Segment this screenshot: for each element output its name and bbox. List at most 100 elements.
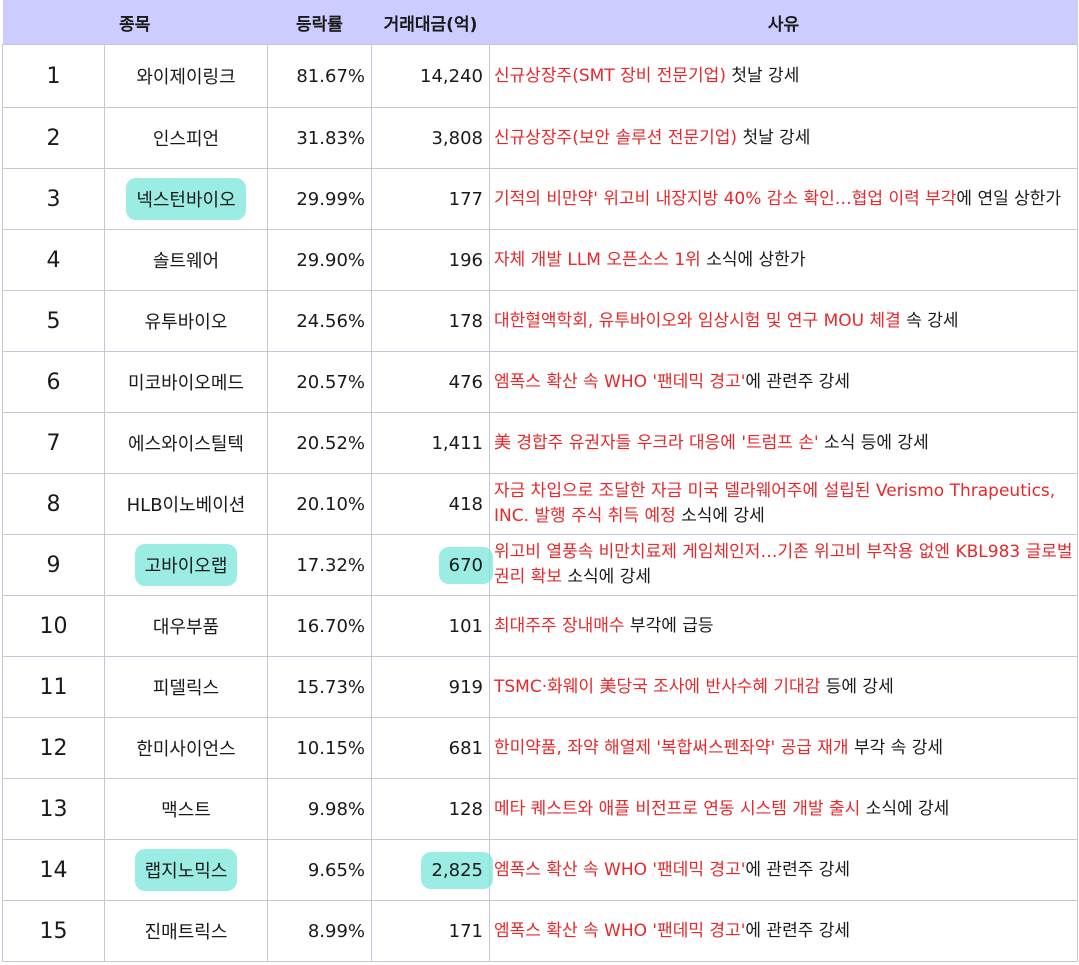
rate-cell: 20.10% xyxy=(267,473,372,535)
table-row: 8 HLB이노베이션 20.10% 418 자금 차입으로 조달한 자금 미국 … xyxy=(2,473,1078,535)
reason-highlight-text: 엠폭스 확산 속 WHO '팬데믹 경고' xyxy=(494,859,746,880)
amount-cell: 3,808 xyxy=(371,107,490,169)
stock-name-cell: 에스와이스틸텍 xyxy=(104,412,268,474)
reason-plain-text: 에 연일 상한가 xyxy=(956,188,1062,209)
table-row: 1 와이제이링크 81.67% 14,240 신규상장주(SMT 장비 전문기업… xyxy=(2,44,1078,108)
reason-highlight-text: 메타 퀘스트와 애플 비전프로 연동 시스템 개발 출시 xyxy=(494,798,861,819)
rank-cell: 15 xyxy=(2,900,105,962)
reason-plain-text: 에 관련주 강세 xyxy=(745,371,851,392)
header-rate: 등락률 xyxy=(267,0,372,45)
stock-table-page: 종목 등락률 거래대금(억) 사유 1 와이제이링크 81.67% 14,240… xyxy=(0,0,1079,965)
table-row: 14 랩지노믹스 9.65% 2,825 엠폭스 확산 속 WHO '팬데믹 경… xyxy=(2,839,1078,901)
rate-cell: 10.15% xyxy=(267,717,372,779)
reason-cell: 엠폭스 확산 속 WHO '팬데믹 경고'에 관련주 강세 xyxy=(489,900,1078,962)
stock-name-cell: 랩지노믹스 xyxy=(104,839,268,901)
stock-name-cell: 피델릭스 xyxy=(104,656,268,718)
amount-cell: 476 xyxy=(371,351,490,413)
stock-name-cell: 와이제이링크 xyxy=(104,44,268,108)
table-row: 12 한미사이언스 10.15% 681 한미약품, 좌약 해열제 '복합써스펜… xyxy=(2,717,1078,779)
rank-cell: 7 xyxy=(2,412,105,474)
reason-cell: 메타 퀘스트와 애플 비전프로 연동 시스템 개발 출시 소식에 강세 xyxy=(489,778,1078,840)
header-amount: 거래대금(억) xyxy=(371,0,490,45)
marker-highlight: 고바이오랩 xyxy=(134,544,238,586)
stock-name-cell: 솔트웨어 xyxy=(104,229,268,291)
rank-cell: 11 xyxy=(2,656,105,718)
rate-cell: 8.99% xyxy=(267,900,372,962)
reason-plain-text: 소식에 강세 xyxy=(675,506,765,526)
reason-plain-text: 등에 강세 xyxy=(820,676,894,697)
reason-highlight-text: 기적의 비만약' 위고비 내장지방 40% 감소 확인…협업 이력 부각 xyxy=(494,188,957,209)
reason-highlight-text: 美 경합주 유권자들 우크라 대응에 '트럼프 손' xyxy=(494,432,819,453)
reason-plain-text: 소식에 상한가 xyxy=(700,249,806,270)
reason-cell: 엠폭스 확산 속 WHO '팬데믹 경고'에 관련주 강세 xyxy=(489,351,1078,413)
reason-cell: TSMC·화웨이 美당국 조사에 반사수혜 기대감 등에 강세 xyxy=(489,656,1078,718)
reason-plain-text: 부각에 급등 xyxy=(624,615,714,636)
amount-cell: 177 xyxy=(371,168,490,230)
rate-cell: 24.56% xyxy=(267,290,372,352)
rate-cell: 81.67% xyxy=(267,44,372,108)
reason-highlight-text: 한미약품, 좌약 해열제 '복합써스펜좌약' 공급 재개 xyxy=(494,737,849,758)
rate-cell: 16.70% xyxy=(267,595,372,657)
amount-cell: 418 xyxy=(371,473,490,535)
rate-cell: 9.98% xyxy=(267,778,372,840)
reason-highlight-text: 엠폭스 확산 속 WHO '팬데믹 경고' xyxy=(494,920,746,941)
amount-cell: 128 xyxy=(371,778,490,840)
rank-cell: 10 xyxy=(2,595,105,657)
table-row: 5 유투바이오 24.56% 178 대한혈액학회, 유투바이오와 임상시험 및… xyxy=(2,290,1078,352)
amount-cell: 196 xyxy=(371,229,490,291)
table-row: 4 솔트웨어 29.90% 196 자체 개발 LLM 오픈소스 1위 소식에 … xyxy=(2,229,1078,291)
stock-name-cell: 고바이오랩 xyxy=(104,534,268,596)
header-reason: 사유 xyxy=(489,0,1078,45)
rank-cell: 4 xyxy=(2,229,105,291)
stock-movers-table: 종목 등락률 거래대금(억) 사유 1 와이제이링크 81.67% 14,240… xyxy=(2,0,1078,962)
reason-cell: 위고비 열풍속 비만치료제 게임체인저…기존 위고비 부작용 없엔 KBL983… xyxy=(489,534,1078,596)
reason-cell: 자금 차입으로 조달한 자금 미국 델라웨어주에 설립된 Verismo Thr… xyxy=(489,473,1078,535)
table-row: 10 대우부품 16.70% 101 최대주주 장내매수 부각에 급등 xyxy=(2,595,1078,657)
reason-plain-text: 소식 등에 강세 xyxy=(818,432,929,453)
rank-cell: 3 xyxy=(2,168,105,230)
table-header-row: 종목 등락률 거래대금(억) 사유 xyxy=(2,0,1078,45)
reason-plain-text: 에 관련주 강세 xyxy=(745,859,851,880)
reason-cell: 대한혈액학회, 유투바이오와 임상시험 및 연구 MOU 체결 속 강세 xyxy=(489,290,1078,352)
table-row: 7 에스와이스틸텍 20.52% 1,411 美 경합주 유권자들 우크라 대응… xyxy=(2,412,1078,474)
marker-highlight: 넥스턴바이오 xyxy=(126,178,247,220)
amount-cell: 101 xyxy=(371,595,490,657)
reason-highlight-text: 엠폭스 확산 속 WHO '팬데믹 경고' xyxy=(494,371,746,392)
reason-highlight-text: 자금 차입으로 조달한 자금 미국 델라웨어주에 설립된 Verismo Thr… xyxy=(494,481,1056,526)
reason-highlight-text: 대한혈액학회, 유투바이오와 임상시험 및 연구 MOU 체결 xyxy=(494,310,901,331)
stock-name-cell: 대우부품 xyxy=(104,595,268,657)
marker-highlight: 670 xyxy=(438,546,494,584)
rank-cell: 9 xyxy=(2,534,105,596)
reason-plain-text: 에 관련주 강세 xyxy=(745,920,851,941)
table-row: 9 고바이오랩 17.32% 670 위고비 열풍속 비만치료제 게임체인저…기… xyxy=(2,534,1078,596)
reason-cell: 기적의 비만약' 위고비 내장지방 40% 감소 확인…협업 이력 부각에 연일… xyxy=(489,168,1078,230)
rate-cell: 20.57% xyxy=(267,351,372,413)
stock-name-cell: 넥스턴바이오 xyxy=(104,168,268,230)
rank-cell: 14 xyxy=(2,839,105,901)
rank-cell: 8 xyxy=(2,473,105,535)
reason-cell: 자체 개발 LLM 오픈소스 1위 소식에 상한가 xyxy=(489,229,1078,291)
table-row: 3 넥스턴바이오 29.99% 177 기적의 비만약' 위고비 내장지방 40… xyxy=(2,168,1078,230)
amount-cell: 171 xyxy=(371,900,490,962)
reason-highlight-text: 신규상장주(SMT 장비 전문기업) xyxy=(494,65,726,86)
rate-cell: 15.73% xyxy=(267,656,372,718)
rank-cell: 5 xyxy=(2,290,105,352)
reason-highlight-text: 신규상장주(보안 솔루션 전문기업) xyxy=(494,127,738,148)
table-row: 13 맥스트 9.98% 128 메타 퀘스트와 애플 비전프로 연동 시스템 … xyxy=(2,778,1078,840)
reason-plain-text: 소식에 강세 xyxy=(860,798,950,819)
amount-cell: 2,825 xyxy=(371,839,493,901)
rate-cell: 29.90% xyxy=(267,229,372,291)
rate-cell: 29.99% xyxy=(267,168,372,230)
reason-plain-text: 부각 속 강세 xyxy=(848,737,943,758)
table-row: 2 인스피언 31.83% 3,808 신규상장주(보안 솔루션 전문기업) 첫… xyxy=(2,107,1078,169)
rate-cell: 31.83% xyxy=(267,107,372,169)
rate-cell: 17.32% xyxy=(267,534,372,596)
stock-name-cell: 유투바이오 xyxy=(104,290,268,352)
reason-cell: 한미약품, 좌약 해열제 '복합써스펜좌약' 공급 재개 부각 속 강세 xyxy=(489,717,1078,779)
stock-name-cell: 한미사이언스 xyxy=(104,717,268,779)
reason-cell: 최대주주 장내매수 부각에 급등 xyxy=(489,595,1078,657)
header-stock: 종목 xyxy=(2,0,268,45)
reason-plain-text: 속 강세 xyxy=(900,310,959,331)
stock-name-cell: HLB이노베이션 xyxy=(104,473,268,535)
rank-cell: 12 xyxy=(2,717,105,779)
